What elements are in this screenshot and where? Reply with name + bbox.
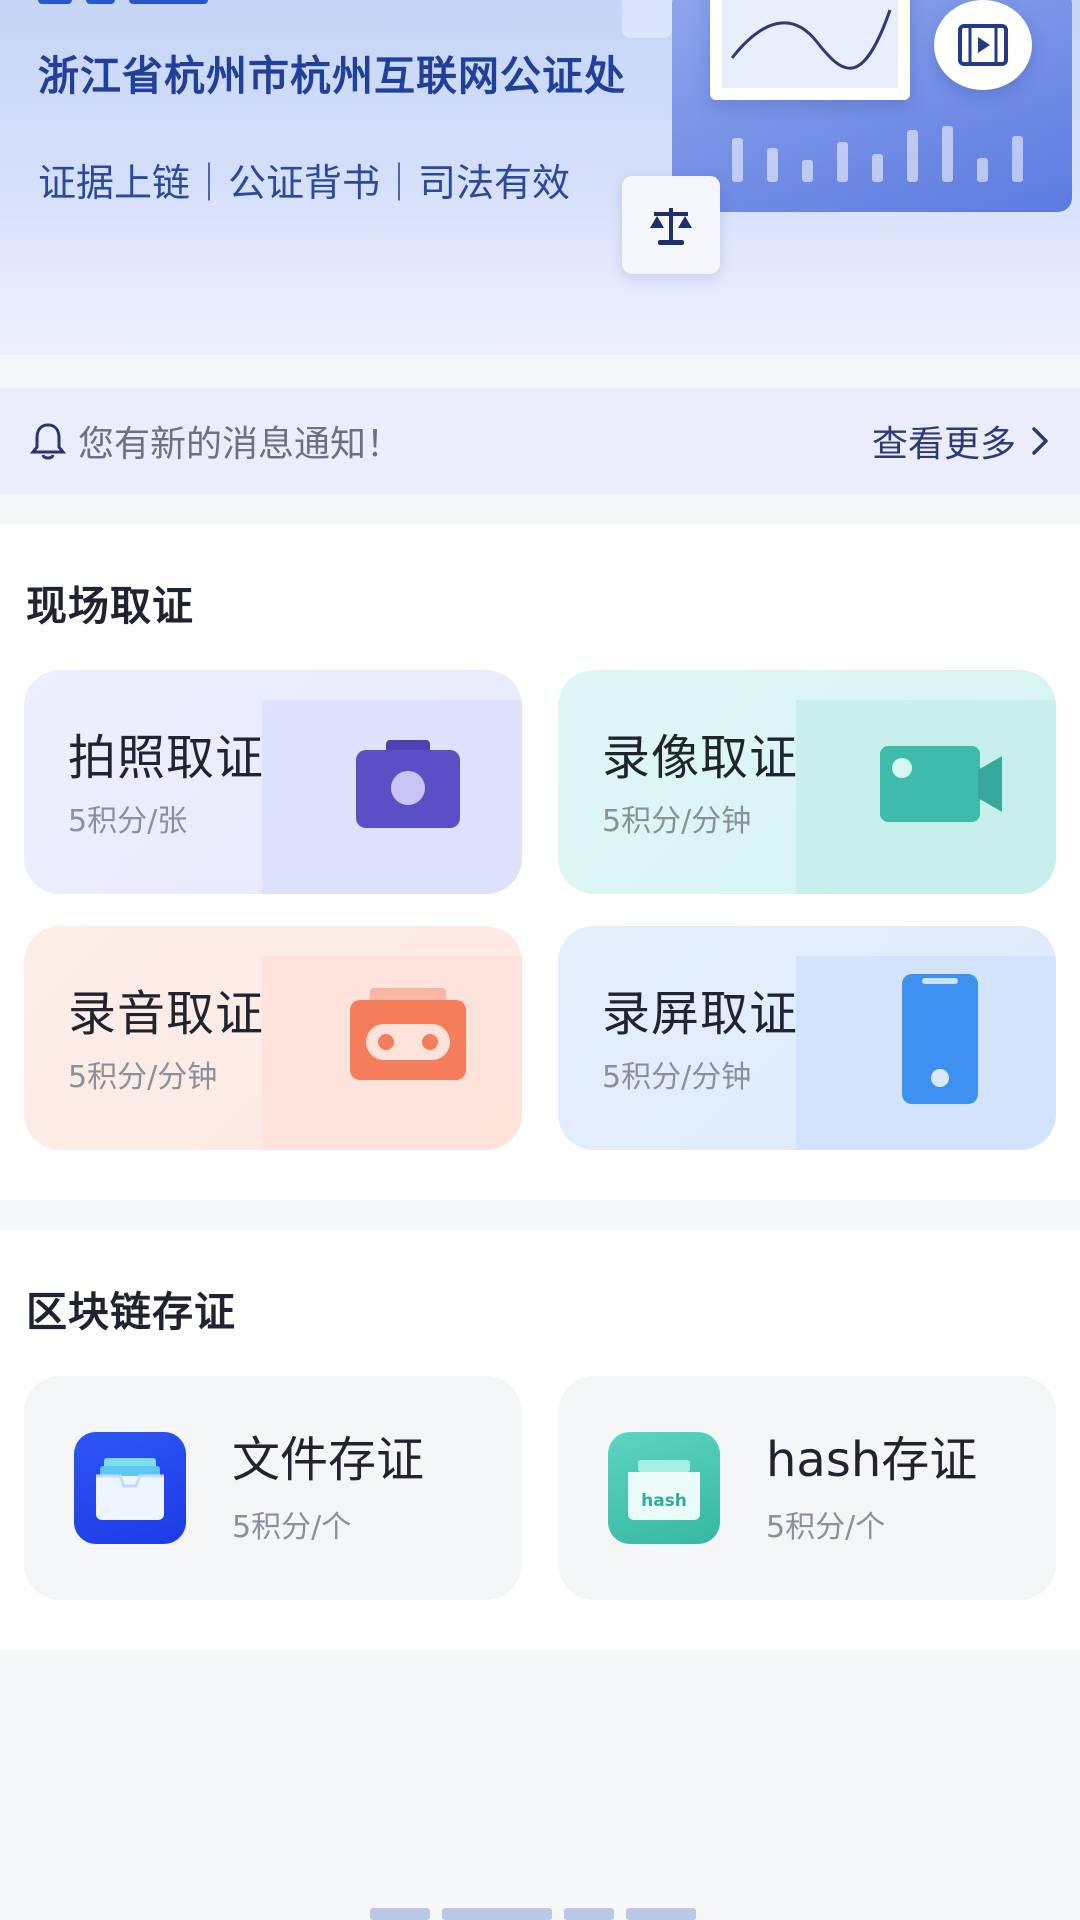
notification-message: 您有新的消息通知！	[78, 424, 403, 465]
cassette-icon	[350, 988, 466, 1080]
section-title-onsite: 现场取证	[26, 582, 194, 630]
file-evidence-card[interactable]: 文件存证 5积分/个	[24, 1376, 522, 1600]
film-icon	[958, 24, 1008, 66]
section-title-blockchain: 区块链存证	[26, 1288, 236, 1336]
card-price: 5积分/分钟	[602, 804, 752, 839]
chart-card	[710, 0, 910, 100]
justice-button[interactable]	[622, 176, 720, 274]
wave-chart-icon	[730, 9, 892, 70]
card-title: 拍照取证	[68, 730, 265, 786]
video-camera-icon	[880, 746, 1002, 822]
camera-icon	[356, 740, 460, 828]
file-box-icon	[74, 1432, 186, 1544]
hash-icon-label: hash	[641, 1491, 687, 1511]
notary-office-name: 浙江省杭州市杭州互联网公证处	[38, 52, 626, 100]
banner-tagline: 证据上链｜公证背书｜司法有效	[38, 161, 571, 205]
scales-icon	[650, 208, 692, 245]
header-banner: 浙江省杭州市杭州互联网公证处 证据上链｜公证背书｜司法有效	[0, 0, 1080, 355]
banner-small-tile	[622, 0, 672, 38]
notification-bar[interactable]: 您有新的消息通知！ 查看更多	[0, 388, 1080, 494]
hash-evidence-card[interactable]: hash hash存证 5积分/个	[558, 1376, 1056, 1600]
card-price: 5积分/个	[232, 1510, 352, 1545]
audio-evidence-card[interactable]: 录音取证 5积分/分钟	[24, 926, 522, 1150]
photo-evidence-card[interactable]: 拍照取证 5积分/张	[24, 670, 522, 894]
onsite-evidence-section: 现场取证 拍照取证 5积分/张 录像取证 5积分/分钟 录音取证 5积分/分钟	[0, 524, 1080, 1200]
card-price: 5积分/张	[68, 804, 188, 839]
card-title: 录像取证	[602, 730, 799, 786]
video-evidence-card[interactable]: 录像取证 5积分/分钟	[558, 670, 1056, 894]
card-title: 文件存证	[232, 1432, 425, 1488]
card-price: 5积分/分钟	[68, 1060, 218, 1095]
screen-record-evidence-card[interactable]: 录屏取证 5积分/分钟	[558, 926, 1056, 1150]
chevron-right-icon	[1032, 427, 1048, 455]
card-price: 5积分/分钟	[602, 1060, 752, 1095]
bell-icon	[30, 423, 66, 460]
video-button[interactable]	[934, 0, 1032, 90]
phone-icon	[902, 974, 978, 1104]
blockchain-section: 区块链存证 文件存证 5积分/个 hash hash存证 5积分/个	[0, 1230, 1080, 1650]
hash-folder-icon: hash	[608, 1432, 720, 1544]
view-more-link[interactable]: 查看更多	[872, 415, 1016, 467]
banner-title-fragment	[38, 0, 208, 4]
card-price: 5积分/个	[766, 1510, 886, 1545]
card-title: 录屏取证	[602, 986, 799, 1042]
card-title: 录音取证	[68, 986, 265, 1042]
bottom-text-fragment	[370, 1908, 710, 1920]
card-title: hash存证	[766, 1432, 978, 1488]
